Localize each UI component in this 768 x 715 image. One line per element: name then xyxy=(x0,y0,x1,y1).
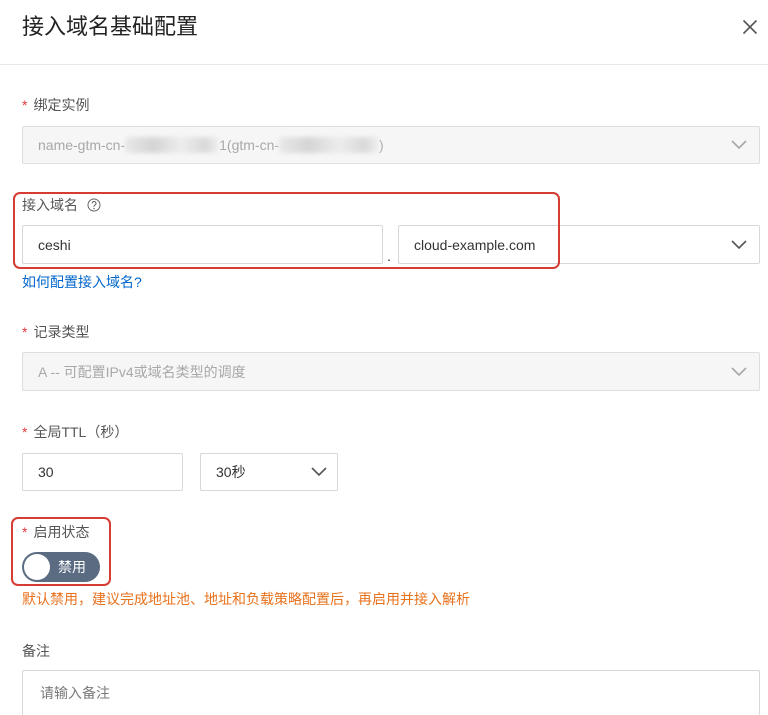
dialog-title: 接入域名基础配置 xyxy=(22,14,199,39)
ttl-label-text: 全局TTL（秒） xyxy=(33,424,129,440)
domain-separator: . xyxy=(387,248,391,264)
instance-value-middle: 1(gtm-cn- xyxy=(219,137,280,153)
required-mark: * xyxy=(22,324,28,340)
remark-label: 备注 xyxy=(22,641,50,661)
remark-textarea[interactable] xyxy=(22,670,760,715)
subdomain-input[interactable] xyxy=(22,225,383,264)
record-type-select[interactable]: A -- 可配置IPv4或域名类型的调度 xyxy=(22,352,760,391)
status-toggle[interactable]: 禁用 xyxy=(22,552,100,582)
help-circle-icon[interactable] xyxy=(87,198,101,212)
toggle-knob xyxy=(24,554,50,580)
instance-select[interactable]: name-gtm-cn- 1(gtm-cn- ) xyxy=(22,126,760,164)
instance-value-prefix: name-gtm-cn- xyxy=(38,137,126,153)
close-icon[interactable] xyxy=(742,19,758,35)
ttl-input[interactable] xyxy=(22,453,183,491)
remark-label-text: 备注 xyxy=(22,643,50,659)
redacted-block xyxy=(279,137,380,153)
record-type-label-text: 记录类型 xyxy=(33,324,90,340)
required-mark: * xyxy=(22,524,28,540)
chevron-down-icon xyxy=(731,140,747,150)
record-type-value: A -- 可配置IPv4或域名类型的调度 xyxy=(38,363,246,380)
ttl-label: * 全局TTL（秒） xyxy=(22,422,128,442)
chevron-down-icon xyxy=(731,240,747,250)
required-mark: * xyxy=(22,97,28,113)
redacted-block xyxy=(125,137,220,153)
status-label: * 启用状态 xyxy=(22,522,89,542)
status-label-text: 启用状态 xyxy=(33,524,90,540)
record-type-label: * 记录类型 xyxy=(22,322,89,342)
ttl-unit-value: 30秒 xyxy=(216,464,246,480)
ttl-unit-select[interactable]: 30秒 xyxy=(200,453,338,491)
root-domain-select[interactable]: cloud-example.com xyxy=(398,225,760,264)
chevron-down-icon xyxy=(731,367,747,377)
domain-label: 接入域名 xyxy=(22,195,78,215)
instance-label: * 绑定实例 xyxy=(22,95,89,115)
domain-help-link[interactable]: 如何配置接入域名? xyxy=(22,272,142,292)
required-mark: * xyxy=(22,424,28,440)
toggle-label: 禁用 xyxy=(58,559,86,575)
header-divider xyxy=(0,64,768,65)
instance-label-text: 绑定实例 xyxy=(33,97,90,113)
status-hint: 默认禁用，建议完成地址池、地址和负载策略配置后，再启用并接入解析 xyxy=(22,591,470,607)
instance-value-suffix: ) xyxy=(379,137,384,153)
domain-label-text: 接入域名 xyxy=(22,197,78,213)
root-domain-value: cloud-example.com xyxy=(414,236,536,253)
chevron-down-icon xyxy=(311,467,327,477)
